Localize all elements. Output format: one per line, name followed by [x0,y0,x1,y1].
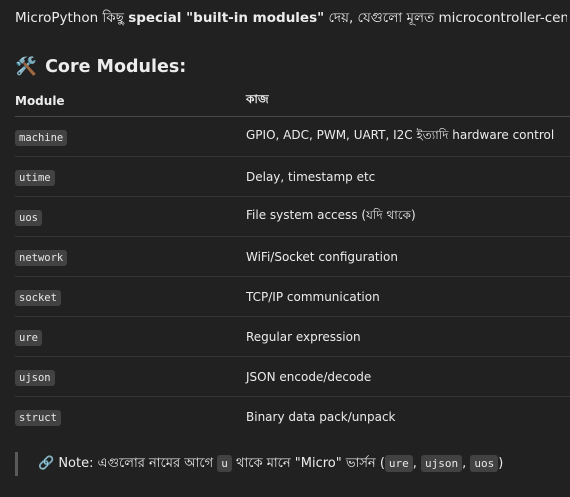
table-row: ure Regular expression [15,316,570,357]
note-end: ) [498,456,504,471]
task-cell: File system access (যদি থাকে) [246,196,570,237]
module-cell: machine [15,116,246,157]
module-cell: socket [15,276,246,317]
task-cell: JSON encode/decode [246,356,570,397]
note-middle: থাকে মানে "Micro" ভার্সন ( [231,456,385,471]
table-row: machine GPIO, ADC, PWM, UART, I2C ইত্যাদ… [15,116,570,157]
intro-bold: special "built-in modules" [128,10,325,26]
module-code: socket [15,289,61,306]
task-cell: TCP/IP communication [246,276,570,317]
module-code: struct [15,409,61,426]
module-cell: utime [15,156,246,197]
table-row: network WiFi/Socket configuration [15,236,570,277]
task-cell: Delay, timestamp etc [246,156,570,197]
table-row: uos File system access (যদি থাকে) [15,196,570,237]
note-code-uos: uos [470,455,499,472]
task-cell: GPIO, ADC, PWM, UART, I2C ইত্যাদি hardwa… [246,116,570,157]
note-code-u: u [217,455,232,472]
module-code: utime [15,169,55,186]
module-cell: ujson [15,356,246,397]
table-row: struct Binary data pack/unpack [15,397,570,437]
table-row: socket TCP/IP communication [15,276,570,317]
table-header-row: Module কাজ [15,86,570,117]
section-heading: 🛠️ Core Modules: [15,55,186,79]
header-task: কাজ [246,86,570,117]
table-row: ujson JSON encode/decode [15,356,570,397]
module-code: machine [15,129,68,146]
task-cell: Binary data pack/unpack [246,409,396,424]
module-cell: network [15,236,246,277]
module-code: network [15,249,68,266]
note-blockquote: 🔗 Note: এগুলোর নামের আগে u থাকে মানে "Mi… [15,452,503,476]
module-code: ure [15,329,42,346]
note-label: Note: এগুলোর নামের আগে [58,456,218,471]
intro-paragraph: MicroPython কিছু special "built-in modul… [15,8,567,28]
intro-prefix: MicroPython কিছু [15,10,129,26]
heading-text: Core Modules: [45,57,187,77]
module-code: ujson [15,369,55,386]
task-cell: WiFi/Socket configuration [246,236,570,277]
module-cell: struct [15,397,246,437]
module-cell: ure [15,316,246,357]
hammer-wrench-icon: 🛠️ [15,57,37,77]
note-code-ujson: ujson [421,455,463,472]
module-code: uos [15,209,42,226]
note-code-ure: ure [384,455,413,472]
note-sep: , [412,456,422,471]
intro-suffix: দেয়, যেগুলো মূলত microcontroller-centri… [328,10,567,26]
modules-table: Module কাজ machine GPIO, ADC, PWM, UART,… [15,86,570,436]
task-cell: Regular expression [246,316,570,357]
link-icon: 🔗 [38,456,55,471]
module-cell: uos [15,196,246,237]
header-module: Module [15,86,246,117]
table-row: utime Delay, timestamp etc [15,156,570,197]
